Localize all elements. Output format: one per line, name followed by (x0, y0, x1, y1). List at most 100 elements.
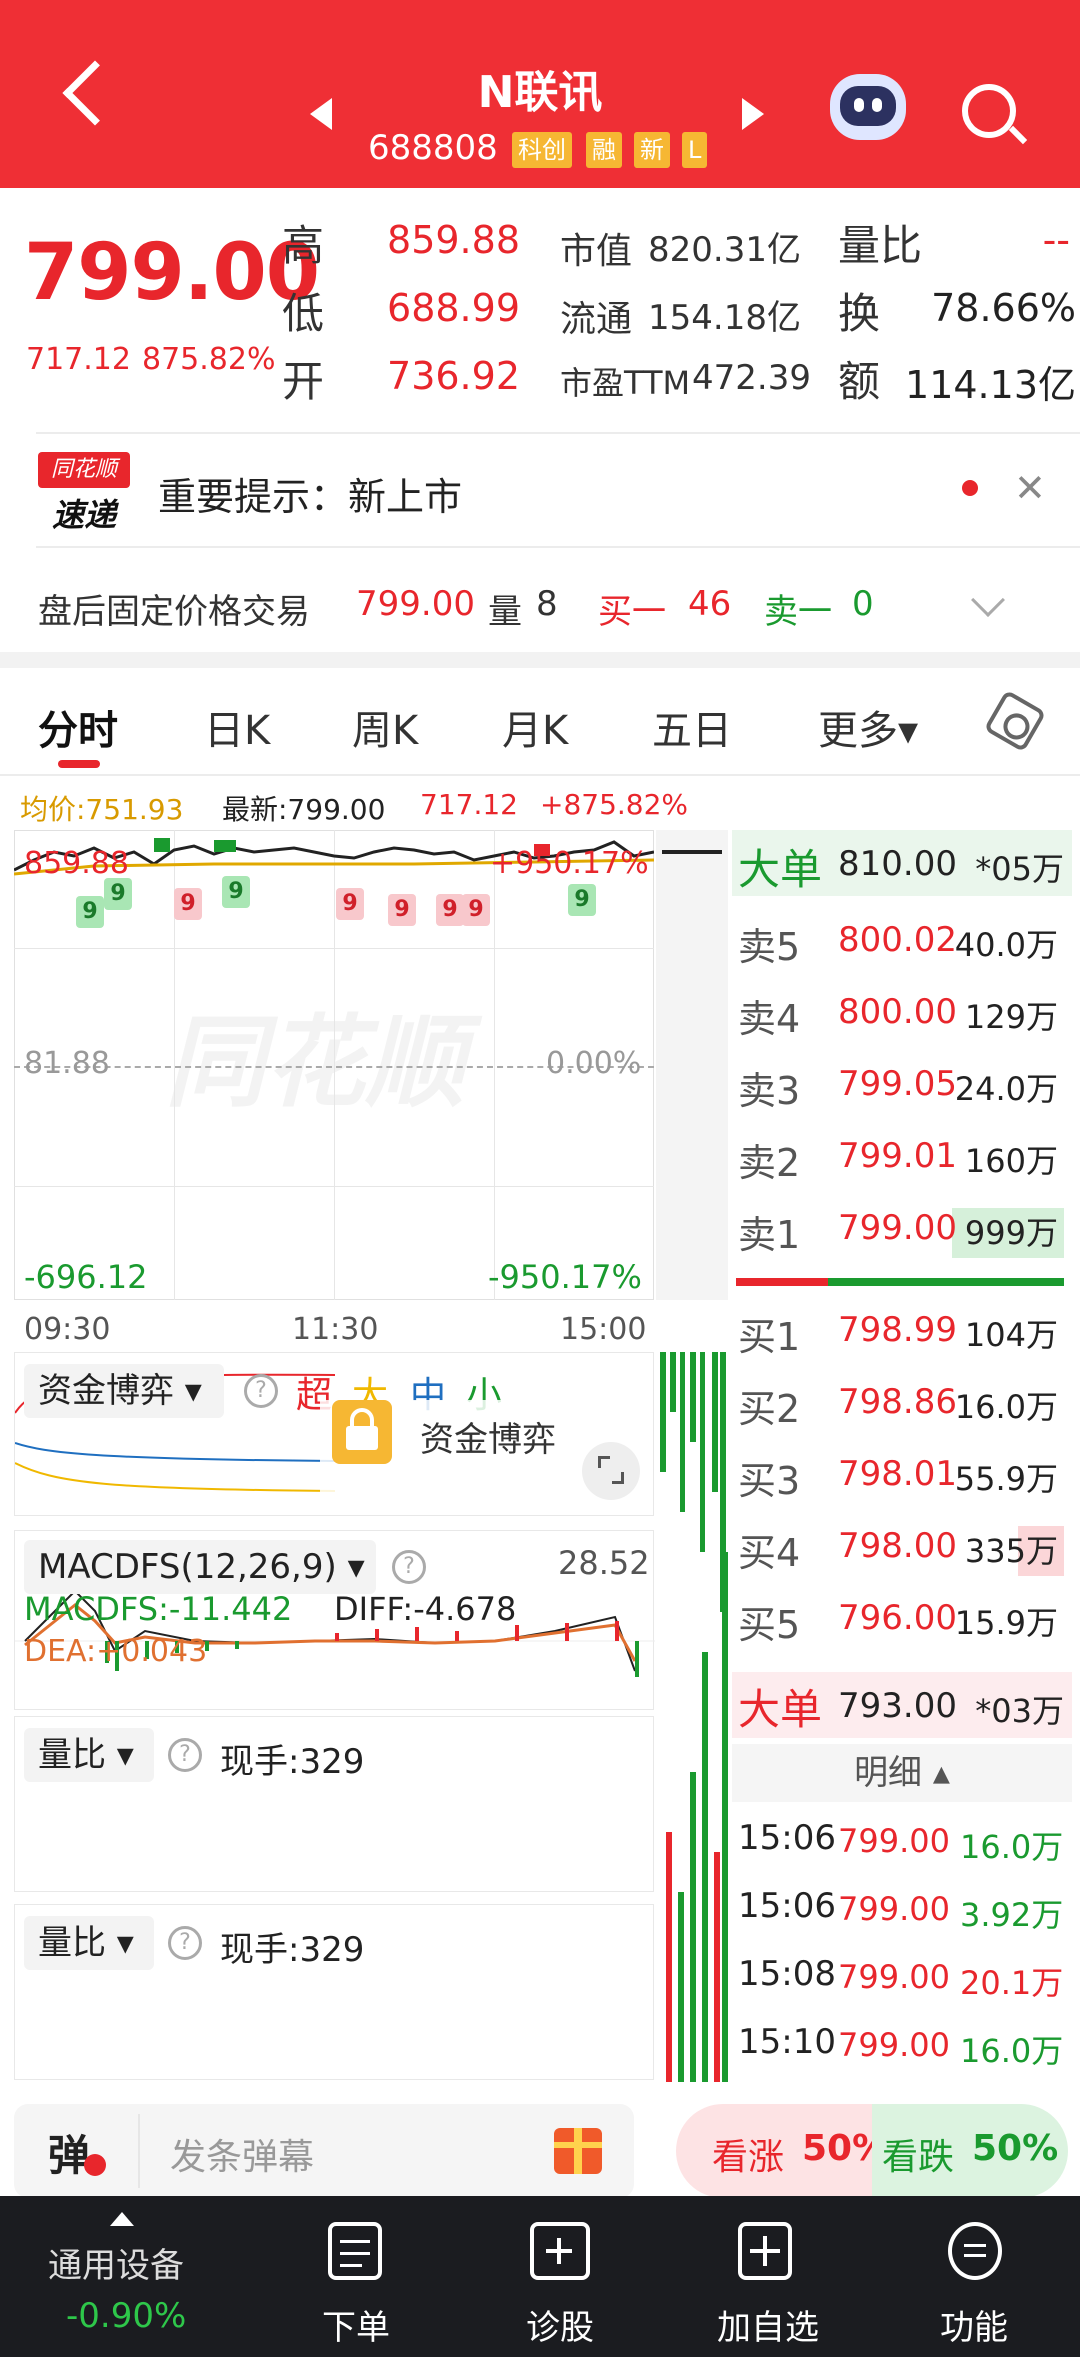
low-value: 688.99 (387, 286, 520, 330)
menu-icon[interactable] (948, 2222, 1002, 2280)
next-stock-icon[interactable] (742, 98, 764, 130)
bull-bear-vote[interactable]: 看涨 50% 看跌 50% (676, 2104, 1068, 2198)
price-change: 717.12 (26, 342, 131, 377)
search-icon[interactable] (962, 84, 1016, 138)
tab-monthly-k[interactable]: 月K (502, 698, 568, 756)
signal-marker[interactable]: 9 (436, 894, 464, 926)
unread-dot-icon (962, 480, 978, 496)
sell-5-row[interactable]: 卖5 800.02 40.0万 (736, 916, 1066, 969)
help-icon[interactable]: ? (392, 1550, 426, 1584)
nav-order[interactable]: 下单 (308, 2300, 404, 2349)
pct-top-value: +950.17% (490, 846, 649, 881)
nav-add-watchlist[interactable]: 加自选 (706, 2300, 830, 2349)
danmu-input[interactable]: 发条弹幕 (170, 2128, 314, 2180)
help-icon[interactable]: ? (244, 1374, 278, 1408)
buy-4-row[interactable]: 买4 798.00 335万 (736, 1522, 1066, 1575)
settings-gear-icon[interactable] (983, 689, 1047, 753)
active-tab-indicator (58, 760, 100, 768)
signal-marker[interactable]: 9 (222, 876, 250, 908)
high-value: 859.88 (387, 218, 520, 262)
help-icon[interactable]: ? (168, 1738, 202, 1772)
open-value: 736.92 (387, 354, 520, 398)
big-order-top-row[interactable]: 大单 810.00 *05万 (732, 830, 1072, 896)
low-label: 低 (282, 289, 325, 338)
macd-value: MACDFS:-11.442 (24, 1590, 293, 1628)
bottom-navbar: 通用设备 -0.90% 下单 诊股 加自选 功能 (0, 2196, 1080, 2357)
big-order-bottom-row[interactable]: 大单 793.00 *03万 (732, 1672, 1072, 1738)
after-hours-strip (656, 830, 728, 1300)
tab-daily-k[interactable]: 日K (204, 698, 270, 756)
tab-intraday[interactable]: 分时 (38, 698, 118, 756)
expand-icon[interactable] (582, 1442, 640, 1500)
signal-marker[interactable]: 9 (388, 894, 416, 926)
divider (138, 2114, 140, 2188)
turnover-value: 78.66% (931, 286, 1076, 330)
latest-price-label: 最新:799.00 (222, 793, 386, 826)
bid-ask-ratio-bar-green (828, 1278, 1064, 1286)
float-value: 154.18亿 (648, 298, 801, 338)
buy-3-row[interactable]: 买3 798.01 55.9万 (736, 1450, 1066, 1503)
danmu-icon[interactable]: 弹 (48, 2122, 90, 2183)
lock-icon (332, 1400, 392, 1464)
tab-weekly-k[interactable]: 周K (352, 698, 418, 756)
tick-time: 15:06 (738, 1886, 836, 1926)
nav-diagnose[interactable]: 诊股 (512, 2300, 608, 2349)
nav-functions[interactable]: 功能 (926, 2300, 1022, 2349)
lock-text: 资金博弈 (420, 1420, 556, 1460)
after-hours-buy: 46 (688, 584, 732, 624)
capital-indicator-dropdown[interactable]: 资金博弈 ▾ (24, 1364, 224, 1418)
caret-up-icon (110, 2212, 134, 2226)
volume-bars-svg (660, 1352, 728, 2082)
macd-indicator-dropdown[interactable]: MACDFS(12,26,9) ▾ (24, 1540, 376, 1594)
notice-text[interactable]: 重要提示：新上市 (158, 466, 462, 521)
buy-1-row[interactable]: 买1 798.99 104万 (736, 1306, 1066, 1359)
sector-index-label[interactable]: 通用设备 (48, 2238, 184, 2287)
danmu-bar[interactable]: 弹 发条弹幕 (14, 2104, 634, 2198)
gift-icon[interactable] (554, 2128, 602, 2174)
volume-ratio-dropdown-1[interactable]: 量比 ▾ (24, 1728, 154, 1782)
sell-4-row[interactable]: 卖4 800.00 129万 (736, 988, 1066, 1041)
tag-star-market: 科创 (512, 132, 572, 168)
time-mid: 11:30 (292, 1312, 379, 1347)
add-watchlist-icon[interactable] (738, 2222, 792, 2280)
float-label: 流通 (560, 299, 633, 340)
help-icon[interactable]: ? (168, 1926, 202, 1960)
pct-bottom-value: -950.17% (488, 1258, 642, 1296)
volume-ratio-label: 量比 (838, 221, 923, 270)
time-end: 15:00 (560, 1312, 647, 1347)
signal-marker[interactable]: 9 (568, 884, 596, 916)
signal-marker[interactable]: 9 (76, 896, 104, 928)
trade-detail-toggle[interactable]: 明细 ▴ (732, 1744, 1072, 1802)
order-icon[interactable] (328, 2222, 382, 2280)
tab-more[interactable]: 更多▾ (818, 698, 918, 756)
signal-marker[interactable]: 9 (462, 894, 490, 926)
signal-marker[interactable]: 9 (336, 888, 364, 920)
divider (0, 774, 1080, 776)
after-hours-sell-label: 卖一 (764, 592, 832, 632)
tick-price: 799.00 (838, 2026, 950, 2064)
stock-name: N联讯 (477, 67, 603, 118)
locked-overlay[interactable]: 资金博弈 (320, 1400, 650, 1510)
chevron-down-icon[interactable] (971, 583, 1005, 617)
buy-5-row[interactable]: 买5 796.00 15.9万 (736, 1594, 1066, 1647)
after-hours-vol-label: 量 (488, 592, 522, 632)
signal-marker[interactable]: 9 (174, 888, 202, 920)
sell-1-row[interactable]: 卖1 799.00 999万 (736, 1204, 1066, 1257)
vote-up-button[interactable]: 看涨 50% (676, 2104, 888, 2198)
sell-3-row[interactable]: 卖3 799.05 24.0万 (736, 1060, 1066, 1113)
danmu-badge-icon (84, 2154, 106, 2176)
price-change-pct: 875.82% (142, 342, 276, 377)
tab-five-day[interactable]: 五日 (652, 698, 732, 756)
tick-volume: 20.1万 (960, 1964, 1064, 2002)
diagnose-icon[interactable] (530, 2222, 590, 2280)
vote-down-button[interactable]: 看跌 50% (872, 2104, 1068, 2198)
close-icon[interactable]: ✕ (1014, 466, 1046, 510)
current-hand-1: 现手:329 (220, 1742, 365, 1782)
buy-2-row[interactable]: 买2 798.86 16.0万 (736, 1378, 1066, 1431)
section-separator (0, 652, 1080, 668)
ai-robot-icon[interactable] (830, 74, 906, 140)
volume-ratio-dropdown-2[interactable]: 量比 ▾ (24, 1916, 154, 1970)
tick-time: 15:10 (738, 2022, 836, 2062)
signal-marker[interactable]: 9 (104, 878, 132, 910)
sell-2-row[interactable]: 卖2 799.01 160万 (736, 1132, 1066, 1185)
